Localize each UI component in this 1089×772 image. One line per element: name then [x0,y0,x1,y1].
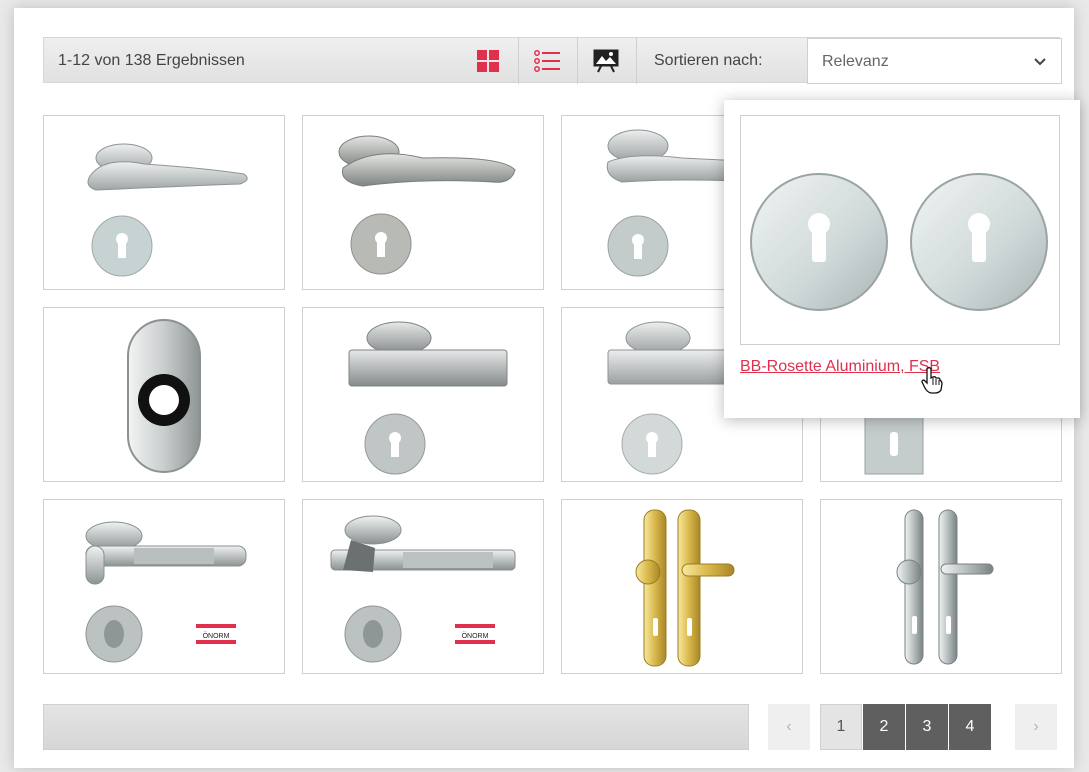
sort-select[interactable]: Relevanz [807,38,1062,84]
product-card[interactable] [43,115,285,290]
product-card[interactable] [302,307,544,482]
sort-label: Sortieren nach: [654,52,763,69]
brass-long-plate-image [635,509,735,667]
pagination-page-1[interactable]: 1 [820,704,862,750]
grid-view-button[interactable] [472,46,504,76]
chrome-long-plate-image [896,509,994,665]
product-card[interactable]: ÖNORM [302,499,544,674]
lever-handle-image [87,143,248,277]
toolbar-separator [518,38,519,84]
chevron-down-icon [1034,58,1046,66]
onorm-badge: ÖNORM [455,624,495,644]
pagination-page-2[interactable]: 2 [863,704,905,750]
pagination-page-4[interactable]: 4 [949,704,991,750]
product-title-link[interactable]: BB-Rosette Aluminium, FSB [740,358,940,376]
product-card[interactable] [561,499,803,674]
toolbar-separator [636,38,637,84]
toolbar-separator [577,38,578,84]
product-card[interactable] [43,307,285,482]
sort-selected-value: Relevanz [822,53,889,70]
preview-image[interactable] [740,115,1060,345]
product-card[interactable] [820,499,1062,674]
result-count: 1-12 von 138 Ergebnissen [58,52,245,69]
list-view-button[interactable] [531,46,563,76]
product-card[interactable]: ÖNORM [43,499,285,674]
square-lever-handle-image [348,321,508,475]
svg-text:ÖNORM: ÖNORM [203,632,230,640]
image-view-button[interactable] [590,46,622,76]
onorm-badge: ÖNORM [196,624,236,644]
bottom-bar [43,704,749,750]
pagination-prev-button[interactable]: ‹ [768,704,810,750]
grid-view-icon [477,50,499,72]
hand-cursor-icon [921,367,943,394]
results-toolbar: 1-12 von 138 Ergebnissen Sortieren nach:… [43,37,1062,84]
product-card[interactable] [302,115,544,290]
lever-handle-image [338,135,516,275]
svg-text:ÖNORM: ÖNORM [462,632,489,640]
page: 1-12 von 138 Ergebnissen Sortieren nach:… [14,8,1080,768]
list-view-icon [534,50,560,72]
pagination-page-3[interactable]: 3 [906,704,948,750]
image-view-icon [593,49,619,73]
product-quick-preview: BB-Rosette Aluminium, FSB [724,100,1080,418]
pagination-next-button[interactable]: › [1015,704,1057,750]
rosette-pair-image [750,173,1048,311]
oval-rosette-image [127,319,201,473]
knurled-lever-handle-image: ÖNORM [85,521,247,663]
knurled-lever-handle-image: ÖNORM [330,515,516,663]
